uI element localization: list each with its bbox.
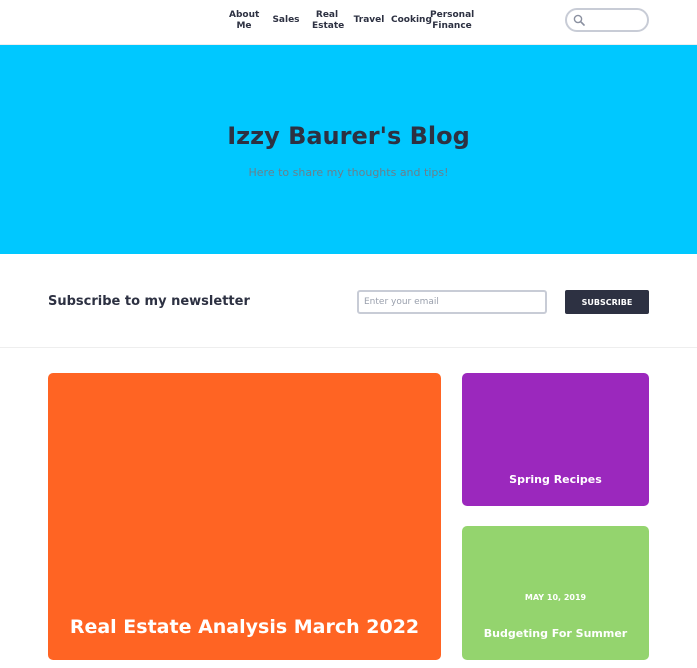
post-date: MAY 10, 2019 [524,593,587,602]
newsletter-label: Subscribe to my newsletter [48,294,250,309]
post-card-spring-recipes[interactable]: Spring Recipes [462,373,649,506]
hero-banner: Izzy Baurer's Blog Here to share my thou… [0,45,697,254]
nav-item-cooking[interactable]: Cooking [391,15,432,26]
post-title: Spring Recipes [509,473,602,486]
nav-item-label: Sales [272,15,300,25]
subscribe-button[interactable]: SUBSCRIBE [565,290,649,314]
nav-item-label: Real [315,10,339,20]
search-input[interactable] [565,8,649,32]
email-field[interactable] [357,290,547,314]
blog-title: Izzy Baurer's Blog [227,122,470,150]
nav-item-personal-finance[interactable]: Personal Finance [430,10,474,32]
newsletter-section: Subscribe to my newsletter SUBSCRIBE [0,254,697,348]
nav-item-real-estate[interactable]: Real Estate [312,10,345,32]
site-header: About Me Sales Real Estate Travel Cookin… [0,0,697,45]
nav-item-sales[interactable]: Sales [272,15,300,26]
post-card-budgeting[interactable]: MAY 10, 2019 Budgeting For Summer [462,526,649,660]
nav-item-label: Personal [430,10,475,20]
nav-item-label: Finance [432,21,472,31]
nav-item-label: Me [236,21,252,31]
search-icon [573,14,585,26]
post-card-real-estate[interactable]: Real Estate Analysis March 2022 [48,373,441,660]
blog-subtitle: Here to share my thoughts and tips! [248,166,449,179]
post-title: Real Estate Analysis March 2022 [69,616,420,638]
nav-item-travel[interactable]: Travel [353,15,385,26]
nav-item-label: Travel [353,15,385,25]
nav-item-label: About [229,10,260,20]
post-title: Budgeting For Summer [483,627,628,640]
nav-item-label: Estate [312,21,345,31]
nav-item-about-me[interactable]: About Me [229,10,259,32]
nav-item-label: Cooking [391,15,432,25]
